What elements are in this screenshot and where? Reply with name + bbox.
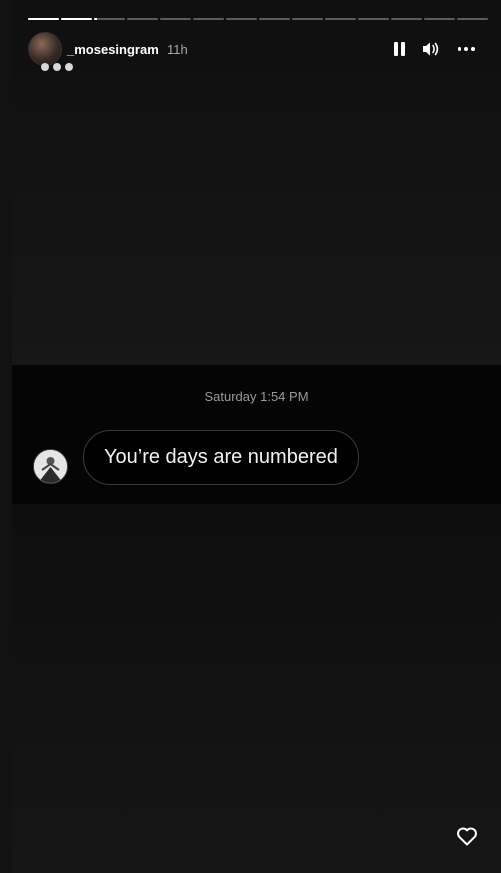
progress-segment (127, 18, 158, 20)
progress-segment (193, 18, 224, 20)
volume-icon[interactable] (421, 40, 441, 58)
more-icon[interactable] (456, 40, 476, 58)
story-progress-bar (28, 18, 488, 20)
progress-segment (160, 18, 191, 20)
progress-segment (457, 18, 488, 20)
message-timestamp: Saturday 1:54 PM (204, 389, 309, 404)
progress-fill (28, 18, 59, 20)
loading-dots-icon (41, 63, 73, 71)
username[interactable]: _mosesingram (67, 42, 159, 57)
dm-screenshot: Saturday 1:54 PM You’re days are numbere… (12, 365, 501, 504)
progress-segment (358, 18, 389, 20)
progress-segment (424, 18, 455, 20)
message-bubble: You’re days are numbered (83, 430, 359, 485)
progress-segment (391, 18, 422, 20)
progress-fill (94, 18, 98, 20)
time-ago: 11h (167, 42, 188, 57)
avatar[interactable] (28, 32, 62, 66)
heart-icon-svg (457, 827, 477, 846)
progress-segment (94, 18, 125, 20)
left-edge (0, 0, 12, 873)
volume-icon-svg (423, 42, 439, 56)
progress-segment (61, 18, 92, 20)
progress-segment (325, 18, 356, 20)
progress-segment (292, 18, 323, 20)
progress-segment (259, 18, 290, 20)
heart-icon[interactable] (455, 824, 479, 848)
sender-avatar (33, 449, 68, 484)
pause-icon[interactable] (389, 40, 409, 58)
progress-segment (28, 18, 59, 20)
sender-avatar-image (34, 450, 67, 483)
progress-segment (226, 18, 257, 20)
story-bottom-area (12, 504, 501, 873)
story-viewer: _mosesingram 11h Saturday 1:54 PM You’re… (12, 0, 501, 873)
progress-fill (61, 18, 92, 20)
